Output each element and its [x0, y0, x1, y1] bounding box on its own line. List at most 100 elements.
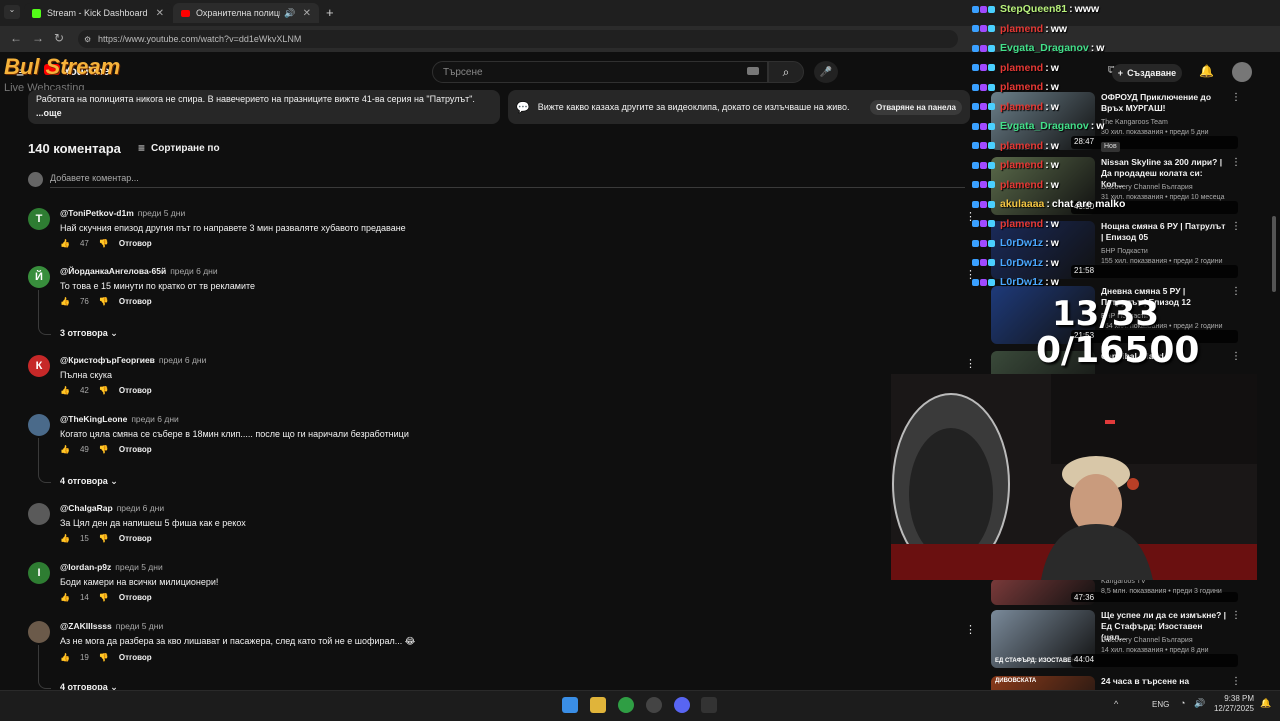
video-menu-icon[interactable]: ⋮ [1231, 221, 1241, 232]
comment-author[interactable]: @ToniPetkov-d1m [60, 208, 134, 218]
comment-avatar[interactable] [28, 503, 50, 525]
terminal-icon[interactable] [701, 697, 717, 713]
chrome-icon[interactable] [618, 697, 634, 713]
dislike-icon[interactable]: 👎 [99, 653, 109, 662]
dislike-icon[interactable]: 👎 [99, 445, 109, 454]
file-explorer-icon[interactable] [590, 697, 606, 713]
comment-menu-icon[interactable]: ⋮ [965, 357, 976, 370]
discord-icon[interactable] [674, 697, 690, 713]
video-channel[interactable]: Discovery Channel България [1101, 183, 1241, 193]
tray-chevron-icon[interactable]: ^ [1114, 699, 1118, 709]
video-channel[interactable]: Discovery Channel България [1101, 636, 1241, 646]
new-tab-icon[interactable]: + [326, 5, 334, 20]
reply-button[interactable]: Отговор [119, 297, 152, 306]
video-channel[interactable]: The Kangaroos Team [1101, 118, 1241, 128]
like-icon[interactable]: 👍 [60, 239, 70, 248]
video-menu-icon[interactable]: ⋮ [1231, 351, 1241, 362]
reply-button[interactable]: Отговор [119, 239, 152, 248]
comment-avatar[interactable]: T [28, 208, 50, 230]
reply-button[interactable]: Отговор [119, 593, 152, 602]
dislike-icon[interactable]: 👎 [99, 593, 109, 602]
comment-avatar[interactable] [28, 414, 50, 436]
comment-time[interactable]: преди 6 дни [159, 355, 206, 365]
dislike-icon[interactable]: 👎 [99, 386, 109, 395]
comment-time[interactable]: преди 5 дни [138, 208, 185, 218]
language-indicator[interactable]: ENG [1152, 700, 1169, 709]
close-tab-icon[interactable]: ✕ [156, 8, 164, 19]
like-icon[interactable]: 👍 [60, 593, 70, 602]
comment-avatar[interactable] [28, 621, 50, 643]
recommended-video[interactable]: 47:36 Kangaroos TV 8,5 млн. показвания • п… [991, 578, 1241, 605]
like-icon[interactable]: 👍 [60, 297, 70, 306]
open-panel-button[interactable]: Отваряне на панела [870, 99, 962, 115]
comment-time[interactable]: преди 6 дни [131, 414, 178, 424]
video-title[interactable]: Нощна смяна 6 РУ | Патрулът | Епизод 05 [1101, 221, 1226, 243]
comment-author[interactable]: @КристофърГеоргиев [60, 355, 155, 365]
comment-time[interactable]: преди 6 дни [117, 503, 164, 513]
reply-button[interactable]: Отговор [119, 653, 152, 662]
comment-author[interactable]: @TheKingLeone [60, 414, 127, 424]
comment-menu-icon[interactable]: ⋮ [965, 623, 976, 636]
search-button[interactable]: ⌕ [768, 61, 804, 83]
show-replies-button[interactable]: 4 отговора ⌄ [60, 476, 118, 487]
video-title[interactable]: 24 часа в търсене на [1101, 676, 1226, 687]
sort-comments-button[interactable]: ≡ Сортиране по [138, 141, 220, 155]
close-tab-icon[interactable]: ✕ [303, 8, 311, 19]
back-icon[interactable]: ← [10, 31, 22, 45]
comment-author[interactable]: @ZAKIIIssss [60, 621, 112, 631]
search-input[interactable]: Търсене [432, 61, 768, 83]
like-icon[interactable]: 👍 [60, 386, 70, 395]
comment-avatar[interactable]: I [28, 562, 50, 584]
clock[interactable]: 9:38 PM 12/27/2025 [1212, 694, 1254, 714]
recommended-video[interactable]: 21:58 Нощна смяна 6 РУ | Патрулът | Епизо… [991, 221, 1241, 281]
video-menu-icon[interactable]: ⋮ [1231, 157, 1241, 168]
comment-author[interactable]: @Iordan-p9z [60, 562, 111, 572]
recommended-video[interactable]: ЕД СТАФЪРД: ИЗОСТАВЕН 44:04 Ще успее ли да… [991, 610, 1241, 670]
video-menu-icon[interactable]: ⋮ [1231, 610, 1241, 621]
reply-button[interactable]: Отговор [119, 534, 152, 543]
account-avatar[interactable] [1232, 62, 1252, 82]
audio-playing-icon[interactable]: 🔊 [284, 8, 295, 19]
reply-button[interactable]: Отговор [119, 386, 152, 395]
video-menu-icon[interactable]: ⋮ [1231, 286, 1241, 297]
video-title[interactable]: ОФРОУД Приключение до Връх МУРГАШ! [1101, 92, 1226, 114]
reload-icon[interactable]: ↻ [54, 31, 64, 45]
like-icon[interactable]: 👍 [60, 653, 70, 662]
comment-avatar[interactable]: Й [28, 266, 50, 288]
show-more-link[interactable]: ...още [36, 108, 492, 118]
comment-author[interactable]: @ЙорданкаАнгелова-65й [60, 266, 166, 276]
voice-search-button[interactable]: 🎤 [814, 61, 838, 83]
comment-author[interactable]: @ChalgaRap [60, 503, 113, 513]
tab-search-button[interactable]: ⌄ [4, 5, 20, 19]
page-scrollbar[interactable] [1272, 216, 1276, 292]
obs-icon[interactable] [646, 697, 662, 713]
volume-icon[interactable]: 🔊 [1194, 698, 1205, 709]
site-info-icon[interactable]: ⚙ [84, 35, 91, 44]
notification-center-icon[interactable]: 🔔 [1260, 698, 1271, 709]
start-icon[interactable] [562, 697, 578, 713]
tab-youtube-video[interactable]: Охранителна полиция 8 Р 🔊 ✕ [173, 3, 319, 23]
address-bar[interactable]: ⚙ https://www.youtube.com/watch?v=dd1eWk… [78, 30, 958, 48]
dislike-icon[interactable]: 👎 [99, 239, 109, 248]
add-comment-input[interactable]: Добавете коментар... [50, 173, 965, 188]
like-icon[interactable]: 👍 [60, 445, 70, 454]
network-icon[interactable]: ◔ [1180, 698, 1185, 708]
video-channel[interactable]: БНР Подкасти [1101, 247, 1241, 257]
recommended-video[interactable]: ДИВОВСКАТА 24 часа в търсене на ⋮ [991, 676, 1241, 690]
create-button[interactable]: + Създаване [1112, 64, 1182, 82]
forward-icon[interactable]: → [32, 31, 44, 45]
dislike-icon[interactable]: 👎 [99, 297, 109, 306]
comment-time[interactable]: преди 5 дни [116, 621, 163, 631]
video-menu-icon[interactable]: ⋮ [1231, 676, 1241, 687]
like-icon[interactable]: 👍 [60, 534, 70, 543]
comment-time[interactable]: преди 6 дни [170, 266, 217, 276]
notifications-bell-icon[interactable]: 🔔 [1199, 64, 1214, 78]
reply-button[interactable]: Отговор [119, 445, 152, 454]
dislike-icon[interactable]: 👎 [99, 534, 109, 543]
show-replies-button[interactable]: 3 отговора ⌄ [60, 328, 118, 339]
comment-avatar[interactable]: К [28, 355, 50, 377]
video-menu-icon[interactable]: ⋮ [1231, 92, 1241, 103]
video-description[interactable]: Работата на полицията никога не спира. В… [28, 90, 500, 124]
comment-time[interactable]: преди 5 дни [115, 562, 162, 572]
keyboard-icon[interactable] [747, 67, 759, 75]
